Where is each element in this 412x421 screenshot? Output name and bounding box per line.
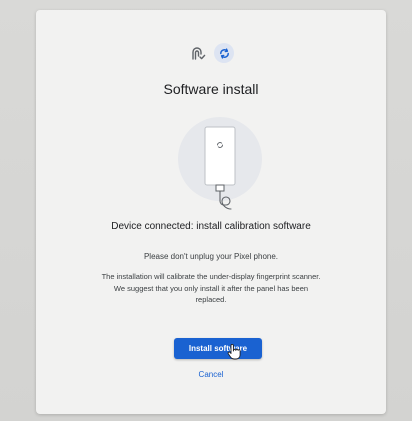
sync-icon bbox=[214, 43, 234, 63]
install-description: The installation will calibrate the unde… bbox=[101, 272, 321, 304]
status-headline: Device connected: install calibration so… bbox=[111, 221, 311, 232]
header-icons bbox=[36, 43, 386, 63]
phone-usb-icon bbox=[177, 113, 263, 213]
cancel-link[interactable]: Cancel bbox=[36, 370, 386, 379]
unplug-warning: Please don't unplug your Pixel phone. bbox=[143, 252, 279, 261]
fingerprint-check-icon bbox=[188, 43, 208, 63]
install-software-button[interactable]: Install software bbox=[174, 338, 262, 359]
install-dialog: Software install Device connected: insta… bbox=[36, 10, 386, 414]
screen-background: Software install Device connected: insta… bbox=[0, 0, 412, 421]
dialog-title: Software install bbox=[163, 81, 259, 97]
hand-pointer-icon bbox=[227, 343, 241, 360]
